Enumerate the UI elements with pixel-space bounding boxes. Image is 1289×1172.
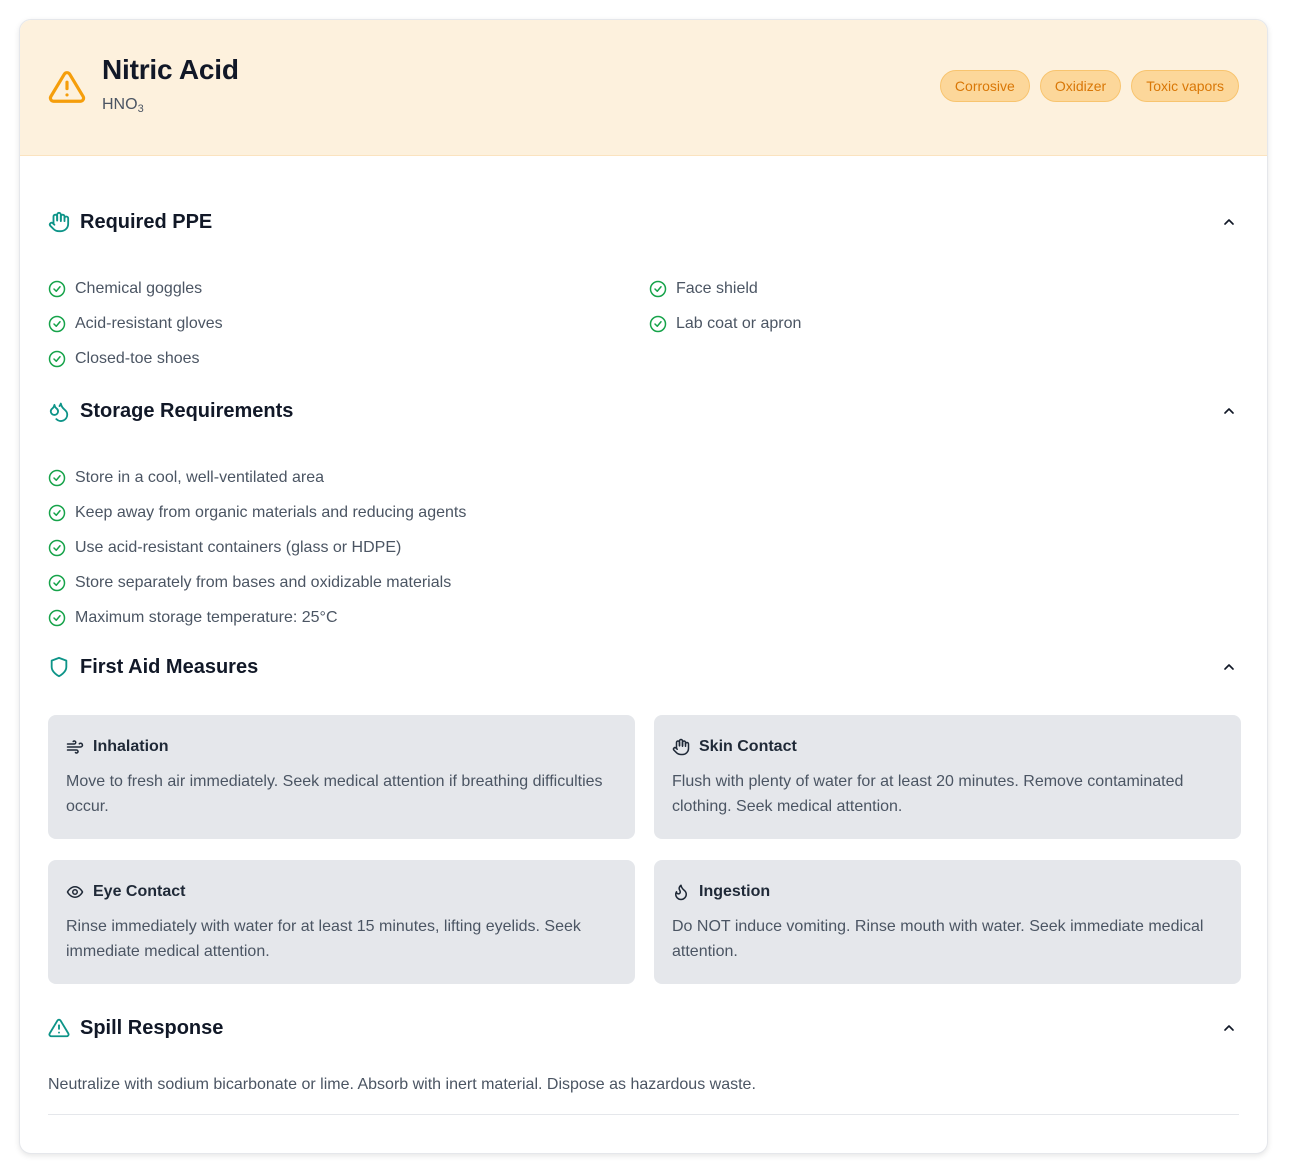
formula-subscript: 3: [137, 103, 144, 115]
section-first-aid: First Aid Measures Inhalation Move to fr…: [48, 653, 1241, 984]
section-header-spill[interactable]: Spill Response: [48, 1014, 1239, 1042]
check-circle-icon: [649, 280, 667, 297]
ppe-column-left: Chemical goggles Acid-resistant gloves C…: [48, 271, 649, 376]
first-aid-card-eye-contact: Eye Contact Rinse immediately with water…: [48, 860, 635, 984]
chemical-safety-card: Nitric Acid HNO3 Corrosive Oxidizer Toxi…: [19, 19, 1268, 1154]
droplets-icon: [49, 402, 69, 422]
check-circle-icon: [48, 350, 66, 367]
check-circle-icon: [48, 539, 66, 556]
section-title-first-aid: First Aid Measures: [80, 655, 259, 678]
hazard-badge-oxidizer: Oxidizer: [1039, 70, 1122, 102]
chevron-up-icon[interactable]: [1221, 214, 1237, 230]
hazard-badges: Corrosive Oxidizer Toxic vapors: [939, 70, 1239, 102]
list-item: Face shield: [649, 271, 1239, 306]
aid-card-title: Ingestion: [699, 883, 771, 900]
first-aid-card-inhalation: Inhalation Move to fresh air immediately…: [48, 715, 635, 839]
ppe-item-label: Face shield: [676, 279, 758, 297]
list-item: Use acid-resistant containers (glass or …: [48, 530, 1239, 565]
ppe-column-right: Face shield Lab coat or apron: [649, 271, 1239, 376]
check-circle-icon: [48, 280, 66, 297]
check-circle-icon: [48, 504, 66, 521]
hazard-badge-corrosive: Corrosive: [939, 70, 1030, 102]
chevron-up-icon[interactable]: [1221, 403, 1237, 419]
aid-card-text: Move to fresh air immediately. Seek medi…: [66, 773, 603, 815]
first-aid-card-skin-contact: Skin Contact Flush with plenty of water …: [654, 715, 1241, 839]
ppe-item-label: Chemical goggles: [75, 279, 203, 297]
list-item: Keep away from organic materials and red…: [48, 495, 1239, 530]
aid-card-text: Flush with plenty of water for at least …: [672, 773, 1184, 815]
check-circle-icon: [48, 574, 66, 591]
aid-card-header: Ingestion: [672, 882, 1223, 902]
section-header-ppe[interactable]: Required PPE: [48, 208, 1239, 236]
ppe-item-label: Lab coat or apron: [676, 314, 802, 332]
list-item: Lab coat or apron: [649, 306, 1239, 341]
storage-item-label: Keep away from organic materials and red…: [75, 503, 467, 521]
storage-item-label: Use acid-resistant containers (glass or …: [75, 538, 402, 556]
aid-card-text: Do NOT induce vomiting. Rinse mouth with…: [672, 918, 1204, 960]
aid-card-title: Eye Contact: [93, 883, 186, 900]
section-header-first-aid[interactable]: First Aid Measures: [48, 653, 1239, 681]
divider: [48, 1114, 1239, 1115]
storage-item-label: Maximum storage temperature: 25°C: [75, 608, 338, 626]
section-title-spill: Spill Response: [80, 1016, 224, 1039]
storage-list: Store in a cool, well-ventilated area Ke…: [48, 460, 1239, 635]
aid-card-header: Skin Contact: [672, 737, 1223, 757]
section-spill-response: Spill Response Neutralize with sodium bi…: [48, 1014, 1239, 1115]
ppe-list: Chemical goggles Acid-resistant gloves C…: [48, 271, 1239, 376]
ppe-item-label: Closed-toe shoes: [75, 349, 200, 367]
list-item: Closed-toe shoes: [48, 341, 649, 376]
hand-icon: [672, 738, 690, 756]
list-item: Maximum storage temperature: 25°C: [48, 600, 1239, 635]
storage-item-label: Store separately from bases and oxidizab…: [75, 573, 452, 591]
section-title-storage: Storage Requirements: [80, 399, 294, 422]
section-ppe: Required PPE Chemical goggles Acid-resis…: [48, 208, 1239, 376]
check-circle-icon: [48, 469, 66, 486]
first-aid-grid: Inhalation Move to fresh air immediately…: [48, 715, 1241, 984]
check-circle-icon: [48, 315, 66, 332]
aid-card-header: Eye Contact: [66, 882, 617, 902]
list-item: Store in a cool, well-ventilated area: [48, 460, 1239, 495]
shield-icon: [50, 656, 68, 678]
title-block: Nitric Acid HNO3: [102, 54, 239, 118]
section-header-storage[interactable]: Storage Requirements: [48, 397, 1239, 425]
storage-item-label: Store in a cool, well-ventilated area: [75, 468, 325, 486]
ppe-item-label: Acid-resistant gloves: [75, 314, 223, 332]
spill-response-text: Neutralize with sodium bicarbonate or li…: [48, 1076, 756, 1093]
warning-triangle-icon: [48, 71, 86, 103]
aid-card-header: Inhalation: [66, 737, 617, 757]
list-item: Store separately from bases and oxidizab…: [48, 565, 1239, 600]
aid-card-title: Inhalation: [93, 738, 169, 755]
check-circle-icon: [649, 315, 667, 332]
aid-card-title: Skin Contact: [699, 738, 797, 755]
chemical-formula: HNO3: [102, 96, 239, 118]
chemical-name: Nitric Acid: [102, 54, 239, 85]
eye-icon: [66, 886, 84, 898]
formula-main: HNO: [102, 96, 138, 113]
wind-icon: [66, 740, 84, 754]
flame-icon: [675, 884, 687, 901]
section-storage: Storage Requirements Store in a cool, we…: [48, 397, 1239, 635]
first-aid-card-ingestion: Ingestion Do NOT induce vomiting. Rinse …: [654, 860, 1241, 984]
list-item: Acid-resistant gloves: [48, 306, 649, 341]
hazard-badge-toxic-vapors: Toxic vapors: [1131, 70, 1239, 102]
warning-triangle-icon: [48, 1018, 70, 1038]
card-header: Nitric Acid HNO3 Corrosive Oxidizer Toxi…: [20, 20, 1267, 156]
chevron-up-icon[interactable]: [1221, 1020, 1237, 1036]
list-item: Chemical goggles: [48, 271, 649, 306]
check-circle-icon: [48, 609, 66, 626]
section-title-ppe: Required PPE: [80, 210, 213, 233]
aid-card-text: Rinse immediately with water for at leas…: [66, 918, 581, 960]
chevron-up-icon[interactable]: [1221, 659, 1237, 675]
hand-icon: [48, 211, 70, 233]
